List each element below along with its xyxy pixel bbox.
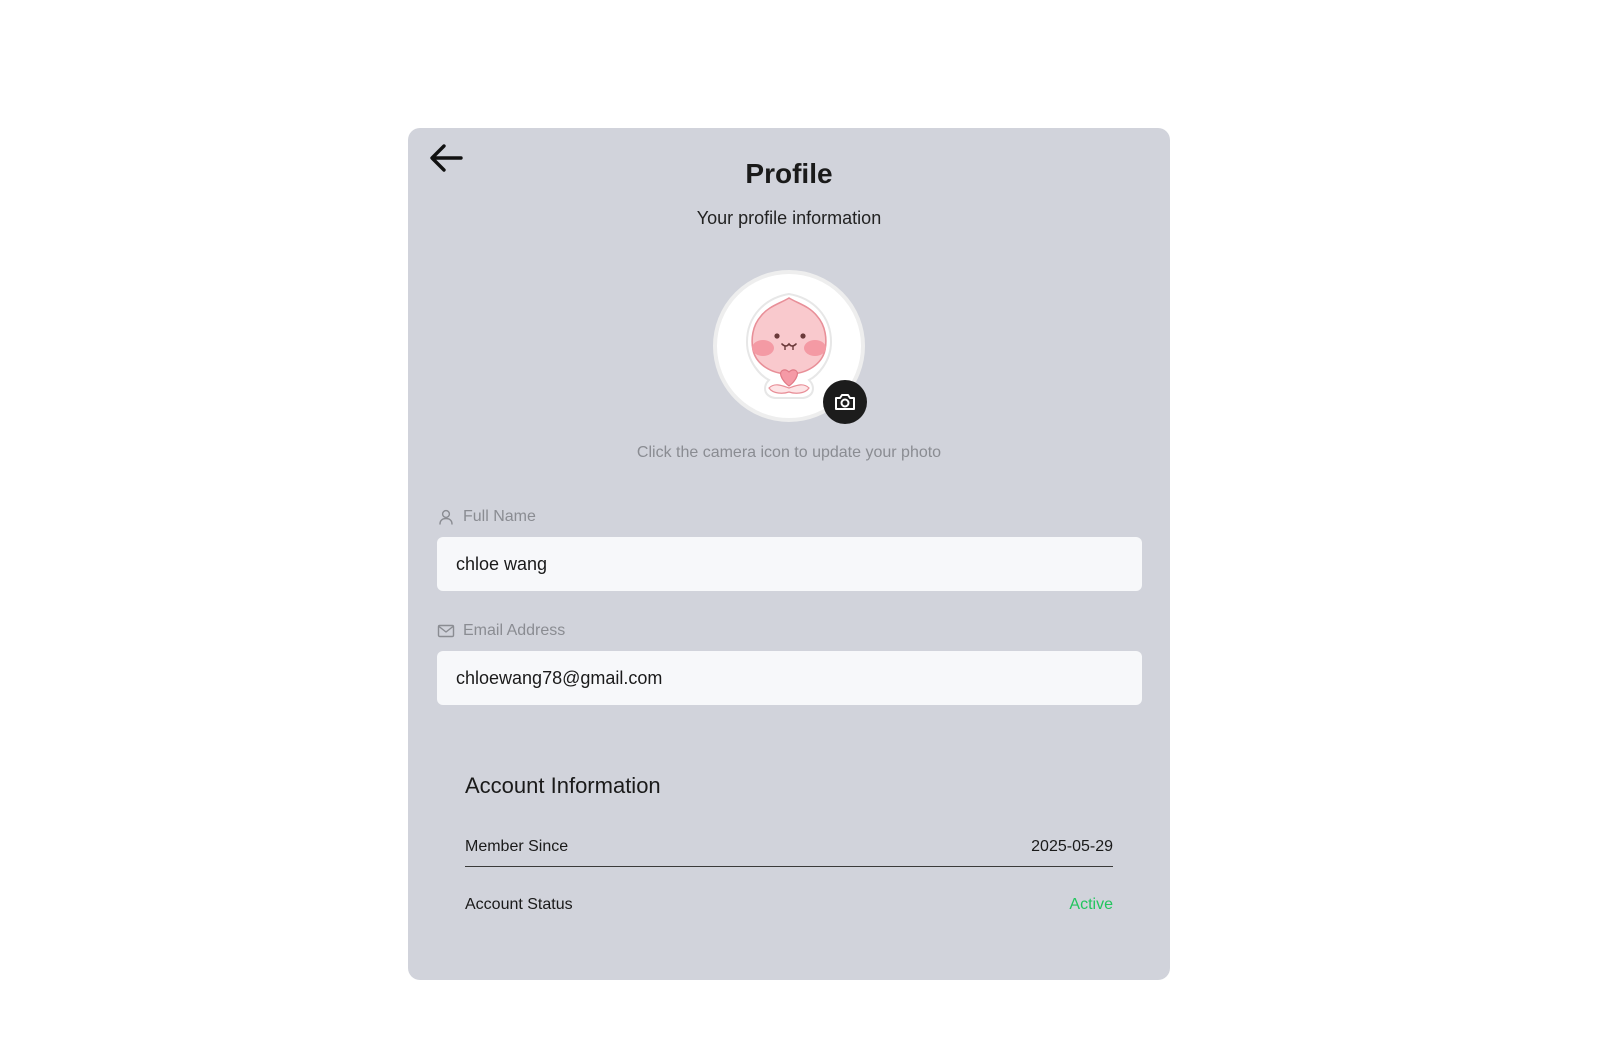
status-badge: Active (1069, 896, 1113, 913)
change-photo-button[interactable] (823, 380, 867, 424)
account-status-label: Account Status (465, 896, 573, 913)
page-subtitle: Your profile information (696, 208, 882, 228)
account-status-row: Account Status Active (465, 896, 1113, 914)
account-info-title: Account Information (465, 773, 661, 798)
account-divider (465, 866, 1113, 867)
avatar-container (713, 270, 867, 424)
mail-icon (437, 624, 455, 638)
member-since-label: Member Since (465, 838, 569, 855)
full-name-label-text: Full Name (463, 508, 536, 525)
full-name-label: Full Name (437, 508, 536, 526)
avatar-hint-text: Click the camera icon to update your pho… (636, 444, 942, 461)
user-icon (439, 509, 453, 525)
profile-card: Profile Your profile information Click t… (408, 128, 1170, 980)
full-name-input[interactable] (437, 537, 1142, 591)
email-input[interactable] (437, 651, 1142, 705)
page-title: Profile (745, 158, 833, 189)
member-since-value: 2025-05-29 (1031, 838, 1113, 855)
email-label-text: Email Address (463, 622, 566, 639)
email-label: Email Address (437, 622, 565, 640)
camera-icon (835, 394, 855, 410)
member-since-row: Member Since 2025-05-29 (465, 838, 1113, 856)
